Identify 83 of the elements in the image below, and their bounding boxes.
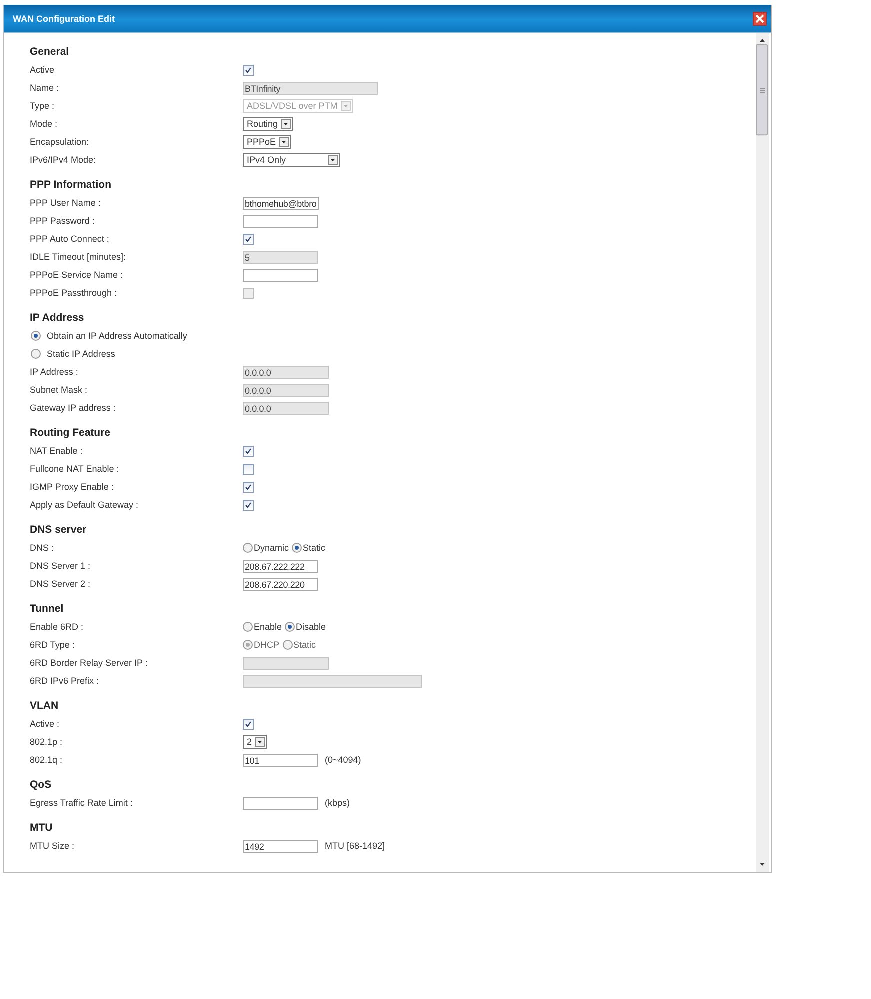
field-label: PPP Auto Connect : — [30, 234, 110, 244]
close-button[interactable] — [753, 12, 767, 26]
field-label: PPP Password : — [30, 216, 96, 226]
field-label: Active : — [30, 719, 61, 729]
window-title: WAN Configuration Edit — [13, 14, 115, 24]
field-label: 802.1q : — [30, 755, 64, 765]
field-label: NAT Enable : — [30, 446, 84, 456]
field-label: Apply as Default Gateway : — [30, 500, 140, 510]
radio-option[interactable]: Static — [292, 543, 326, 553]
caret-icon — [279, 137, 290, 147]
field-label: PPPoE Service Name : — [30, 270, 124, 280]
radio-option[interactable]: Disable — [285, 622, 326, 632]
section-heading: QoS — [30, 778, 53, 793]
checkbox[interactable] — [243, 718, 254, 730]
radio-option[interactable]: Static IP Address — [30, 349, 116, 359]
field-label: 6RD IPv6 Prefix : — [30, 676, 100, 686]
field-label: DNS : — [30, 543, 56, 553]
field-label: Active — [30, 65, 56, 75]
caret-icon — [328, 155, 338, 165]
dropdown[interactable]: PPPoE — [243, 135, 292, 149]
input-field[interactable]: 101 — [243, 754, 318, 766]
input-field[interactable] — [243, 796, 318, 810]
checkbox[interactable] — [243, 464, 254, 474]
field-label: IP Address : — [30, 367, 80, 377]
checkbox[interactable] — [243, 500, 254, 510]
input-field[interactable]: bthomehub@btbro — [243, 196, 319, 210]
field-label: Name : — [30, 83, 60, 93]
section-heading: Routing Feature — [30, 426, 112, 441]
section-heading: IP Address — [30, 311, 86, 326]
section-heading: MTU — [30, 821, 54, 836]
dropdown[interactable]: 2 — [243, 735, 268, 749]
field-label: 6RD Type : — [30, 640, 76, 650]
caret-icon — [340, 101, 351, 111]
field-label: Encapsulation: — [30, 137, 90, 147]
field-label: MTU Size : — [30, 841, 76, 851]
field-label: IPv6/IPv4 Mode: — [30, 155, 98, 165]
section-heading: Tunnel — [30, 602, 65, 617]
input-field[interactable]: 1492 — [243, 840, 318, 852]
section-heading: DNS server — [30, 523, 88, 538]
field-label: Subnet Mask : — [30, 385, 89, 395]
field-label: DNS Server 1 : — [30, 561, 92, 571]
checkbox[interactable] — [243, 446, 254, 456]
radio-icon[interactable] — [31, 349, 41, 359]
caret-icon — [281, 119, 292, 129]
unit-label: MTU [68-1492] — [325, 841, 386, 851]
checkbox[interactable] — [243, 482, 254, 492]
input-field[interactable]: 208.67.222.222 — [243, 560, 318, 572]
input-field[interactable]: 208.67.220.220 — [243, 578, 318, 590]
field-label: IGMP Proxy Enable : — [30, 482, 115, 492]
scrollbar[interactable] — [756, 33, 769, 872]
radio-option[interactable]: Dynamic — [243, 543, 290, 553]
input-field[interactable] — [243, 268, 318, 282]
radio-icon[interactable] — [243, 622, 253, 632]
field-label: DNS Server 2 : — [30, 579, 92, 589]
radio-icon[interactable] — [31, 331, 41, 341]
radio-icon[interactable] — [292, 543, 302, 553]
caret-icon — [255, 737, 266, 747]
section-heading: General — [30, 45, 70, 60]
close-icon — [755, 14, 765, 24]
field-label: Type : — [30, 101, 56, 111]
input-field[interactable] — [243, 214, 318, 228]
field-label: Fullcone NAT Enable : — [30, 464, 120, 474]
dropdown[interactable]: IPv4 Only — [243, 153, 340, 167]
radio-option[interactable]: Enable — [243, 622, 282, 632]
field-label: Enable 6RD : — [30, 622, 85, 632]
radio-icon[interactable] — [243, 543, 253, 553]
checkbox[interactable] — [243, 64, 254, 76]
section-heading: VLAN — [30, 699, 60, 714]
field-label: Mode : — [30, 119, 59, 129]
field-label: PPP User Name : — [30, 198, 102, 208]
checkbox[interactable] — [243, 234, 254, 244]
unit-label: (0~4094) — [325, 755, 362, 765]
radio-icon[interactable] — [285, 622, 296, 632]
unit-label: (kbps) — [325, 798, 350, 808]
field-label: Gateway IP address : — [30, 403, 117, 413]
field-label: 6RD Border Relay Server IP : — [30, 658, 149, 668]
radio-option[interactable]: Obtain an IP Address Automatically — [30, 331, 188, 341]
field-label: IDLE Timeout [minutes]: — [30, 252, 128, 262]
field-label: PPPoE Passthrough : — [30, 288, 118, 298]
field-label: 802.1p : — [30, 737, 64, 747]
dropdown[interactable]: Routing — [243, 117, 294, 131]
field-label: Egress Traffic Rate Limit : — [30, 798, 134, 808]
section-heading: PPP Information — [30, 178, 112, 193]
